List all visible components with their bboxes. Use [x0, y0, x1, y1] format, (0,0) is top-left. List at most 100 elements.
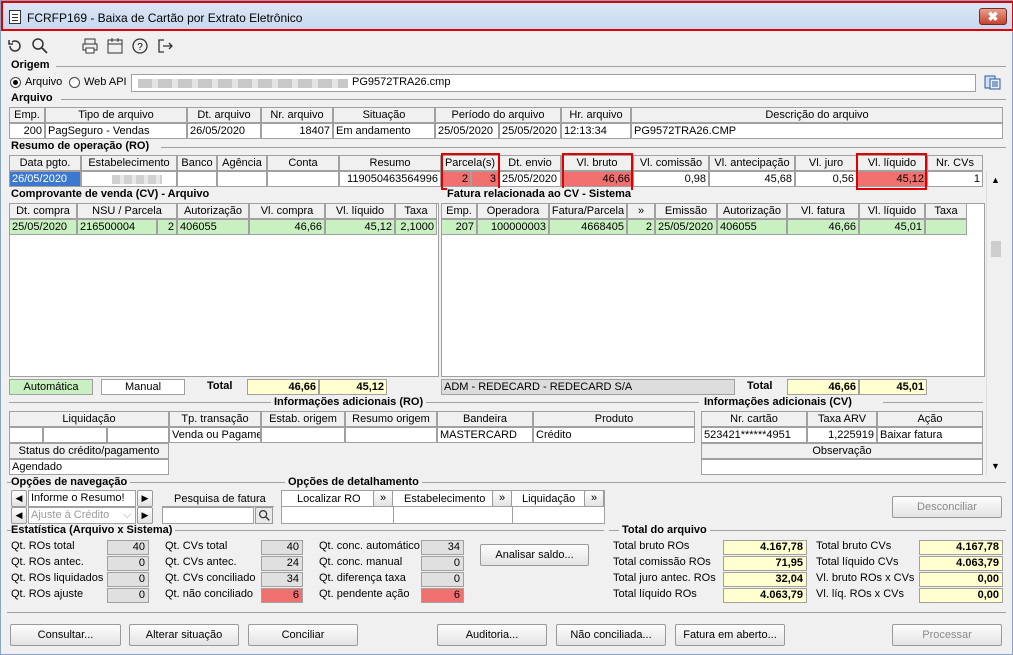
scroll-up-icon[interactable]: ▲: [991, 175, 1000, 185]
fatura-header-0[interactable]: Emp.: [441, 203, 477, 219]
arquivo-header-3[interactable]: Nr. arquivo: [261, 107, 333, 123]
fatura-header-4[interactable]: Emissão: [655, 203, 717, 219]
ro-conta[interactable]: [267, 171, 339, 187]
liquidacao-button[interactable]: Liquidação: [522, 493, 575, 505]
info-ro-header-2[interactable]: Estab. origem: [261, 411, 345, 427]
info-cv-header-0[interactable]: Nr. cartão: [701, 411, 807, 427]
exit-icon[interactable]: [156, 37, 174, 55]
info-ro-header-4[interactable]: Bandeira: [437, 411, 533, 427]
fatura-vl-fatura[interactable]: 46,66: [787, 219, 859, 235]
info-ro-bandeira[interactable]: MASTERCARD: [437, 427, 533, 443]
arquivo-header-6[interactable]: Hr. arquivo: [561, 107, 631, 123]
vertical-scrollbar[interactable]: ▲ ▼: [986, 171, 1004, 476]
arquivo-header-5[interactable]: Período do arquivo: [435, 107, 561, 123]
ro-header-11[interactable]: Vl. juro: [795, 155, 857, 171]
fatura-header-2[interactable]: Fatura/Parcela: [549, 203, 627, 219]
ro-header-9[interactable]: Vl. comissão: [633, 155, 709, 171]
arquivo-periodo-ini[interactable]: 25/05/2020: [435, 123, 499, 139]
status-credito-value[interactable]: Agendado: [9, 459, 169, 475]
fatura-vl-liquido[interactable]: 45,01: [859, 219, 925, 235]
file-path-input[interactable]: PG9572TRA26.cmp: [131, 74, 976, 92]
arquivo-header-2[interactable]: Dt. arquivo: [187, 107, 261, 123]
fatura-taxa[interactable]: [925, 219, 967, 235]
info-ro-produto[interactable]: Crédito: [533, 427, 695, 443]
radio-webapi[interactable]: [69, 77, 80, 88]
scroll-down-icon[interactable]: ▼: [991, 461, 1000, 471]
estabelecimento-button[interactable]: Estabelecimento: [404, 493, 485, 505]
fatura-header-1[interactable]: Operadora: [477, 203, 549, 219]
info-cv-header-1[interactable]: Taxa ARV: [807, 411, 877, 427]
arquivo-descricao[interactable]: PG9572TRA26.CMP: [631, 123, 1003, 139]
ro-header-4[interactable]: Conta: [267, 155, 339, 171]
ajuste-prev-button[interactable]: ◀: [11, 507, 27, 524]
info-ro-liq-c[interactable]: [107, 427, 169, 443]
scroll-thumb[interactable]: [991, 241, 1001, 257]
arquivo-emp[interactable]: 200: [9, 123, 45, 139]
info-cv-header-2[interactable]: Ação: [877, 411, 983, 427]
arquivo-header-0[interactable]: Emp.: [9, 107, 45, 123]
fatura-header-6[interactable]: Vl. fatura: [787, 203, 859, 219]
ro-header-0[interactable]: Data pgto.: [9, 155, 81, 171]
close-button[interactable]: ✖: [979, 8, 1007, 25]
info-ro-liq-b[interactable]: [43, 427, 107, 443]
fatura-parcela[interactable]: 2: [627, 219, 655, 235]
nav-next-button[interactable]: ▶: [137, 490, 153, 507]
arquivo-periodo-fim[interactable]: 25/05/2020: [499, 123, 561, 139]
undo-icon[interactable]: [6, 37, 24, 55]
fatura-header-7[interactable]: Vl. líquido: [859, 203, 925, 219]
fatura-emissao[interactable]: 25/05/2020: [655, 219, 717, 235]
calendar-icon[interactable]: [106, 37, 124, 55]
info-cv-cartao[interactable]: 523421******4951: [701, 427, 807, 443]
manual-button[interactable]: Manual: [101, 379, 185, 395]
observacao-value[interactable]: [701, 459, 983, 475]
arquivo-hr[interactable]: 12:13:34: [561, 123, 631, 139]
ro-header-10[interactable]: Vl. antecipação: [709, 155, 795, 171]
fatura-emp[interactable]: 207: [441, 219, 477, 235]
cv-header-0[interactable]: Dt. compra: [9, 203, 77, 219]
search-fatura-icon[interactable]: [255, 507, 273, 524]
fatura-header-8[interactable]: Taxa: [925, 203, 967, 219]
cv-header-4[interactable]: Vl. líquido: [325, 203, 395, 219]
ajuste-next-button[interactable]: ▶: [137, 507, 153, 524]
fatura-operadora[interactable]: 100000003: [477, 219, 549, 235]
processar-button[interactable]: Processar: [892, 624, 1002, 646]
nao-conciliada-button[interactable]: Não conciliada...: [556, 624, 666, 646]
desconciliar-button[interactable]: Desconciliar: [892, 496, 1002, 518]
arquivo-header-1[interactable]: Tipo de arquivo: [45, 107, 187, 123]
arquivo-situacao[interactable]: Em andamento: [333, 123, 435, 139]
arquivo-header-7[interactable]: Descrição do arquivo: [631, 107, 1003, 123]
localizar-ro-more[interactable]: »: [373, 490, 393, 507]
info-ro-header-0[interactable]: Liquidação: [9, 411, 169, 427]
alterar-situacao-button[interactable]: Alterar situação: [129, 624, 239, 646]
search-icon[interactable]: [31, 37, 49, 55]
cv-header-5[interactable]: Taxa: [395, 203, 437, 219]
arquivo-tipo[interactable]: PagSeguro - Vendas: [45, 123, 187, 139]
nav-prev-button[interactable]: ◀: [11, 490, 27, 507]
radio-arquivo[interactable]: [10, 77, 21, 88]
resumo-input[interactable]: Informe o Resumo!: [28, 490, 136, 507]
fatura-header-3[interactable]: »: [627, 203, 655, 219]
help-icon[interactable]: ?: [131, 37, 149, 55]
cv-taxa[interactable]: 2,1000: [395, 219, 437, 235]
pesquisa-fatura-input[interactable]: [162, 507, 254, 524]
ro-estabelecimento[interactable]: [81, 171, 177, 187]
arquivo-nr[interactable]: 18407: [261, 123, 333, 139]
auditoria-button[interactable]: Auditoria...: [437, 624, 547, 646]
ro-dt-envio[interactable]: 25/05/2020: [499, 171, 561, 187]
cv-header-3[interactable]: Vl. compra: [249, 203, 325, 219]
ro-header-7[interactable]: Dt. envio: [499, 155, 561, 171]
cv-parcela[interactable]: 2: [157, 219, 177, 235]
fatura-aberto-button[interactable]: Fatura em aberto...: [675, 624, 785, 646]
cv-header-2[interactable]: Autorização: [177, 203, 249, 219]
ro-resumo[interactable]: 119050463564996: [339, 171, 441, 187]
print-icon[interactable]: [81, 37, 99, 55]
cv-dt-compra[interactable]: 25/05/2020: [9, 219, 77, 235]
info-ro-header-3[interactable]: Resumo origem: [345, 411, 437, 427]
ro-header-2[interactable]: Banco: [177, 155, 217, 171]
cv-vl-compra[interactable]: 46,66: [249, 219, 325, 235]
liquidacao-more[interactable]: »: [584, 490, 604, 507]
cv-nsu[interactable]: 216500004: [77, 219, 157, 235]
estabelecimento-more[interactable]: »: [492, 490, 512, 507]
info-cv-acao[interactable]: Baixar fatura: [877, 427, 983, 443]
browse-file-icon[interactable]: [984, 74, 1002, 91]
